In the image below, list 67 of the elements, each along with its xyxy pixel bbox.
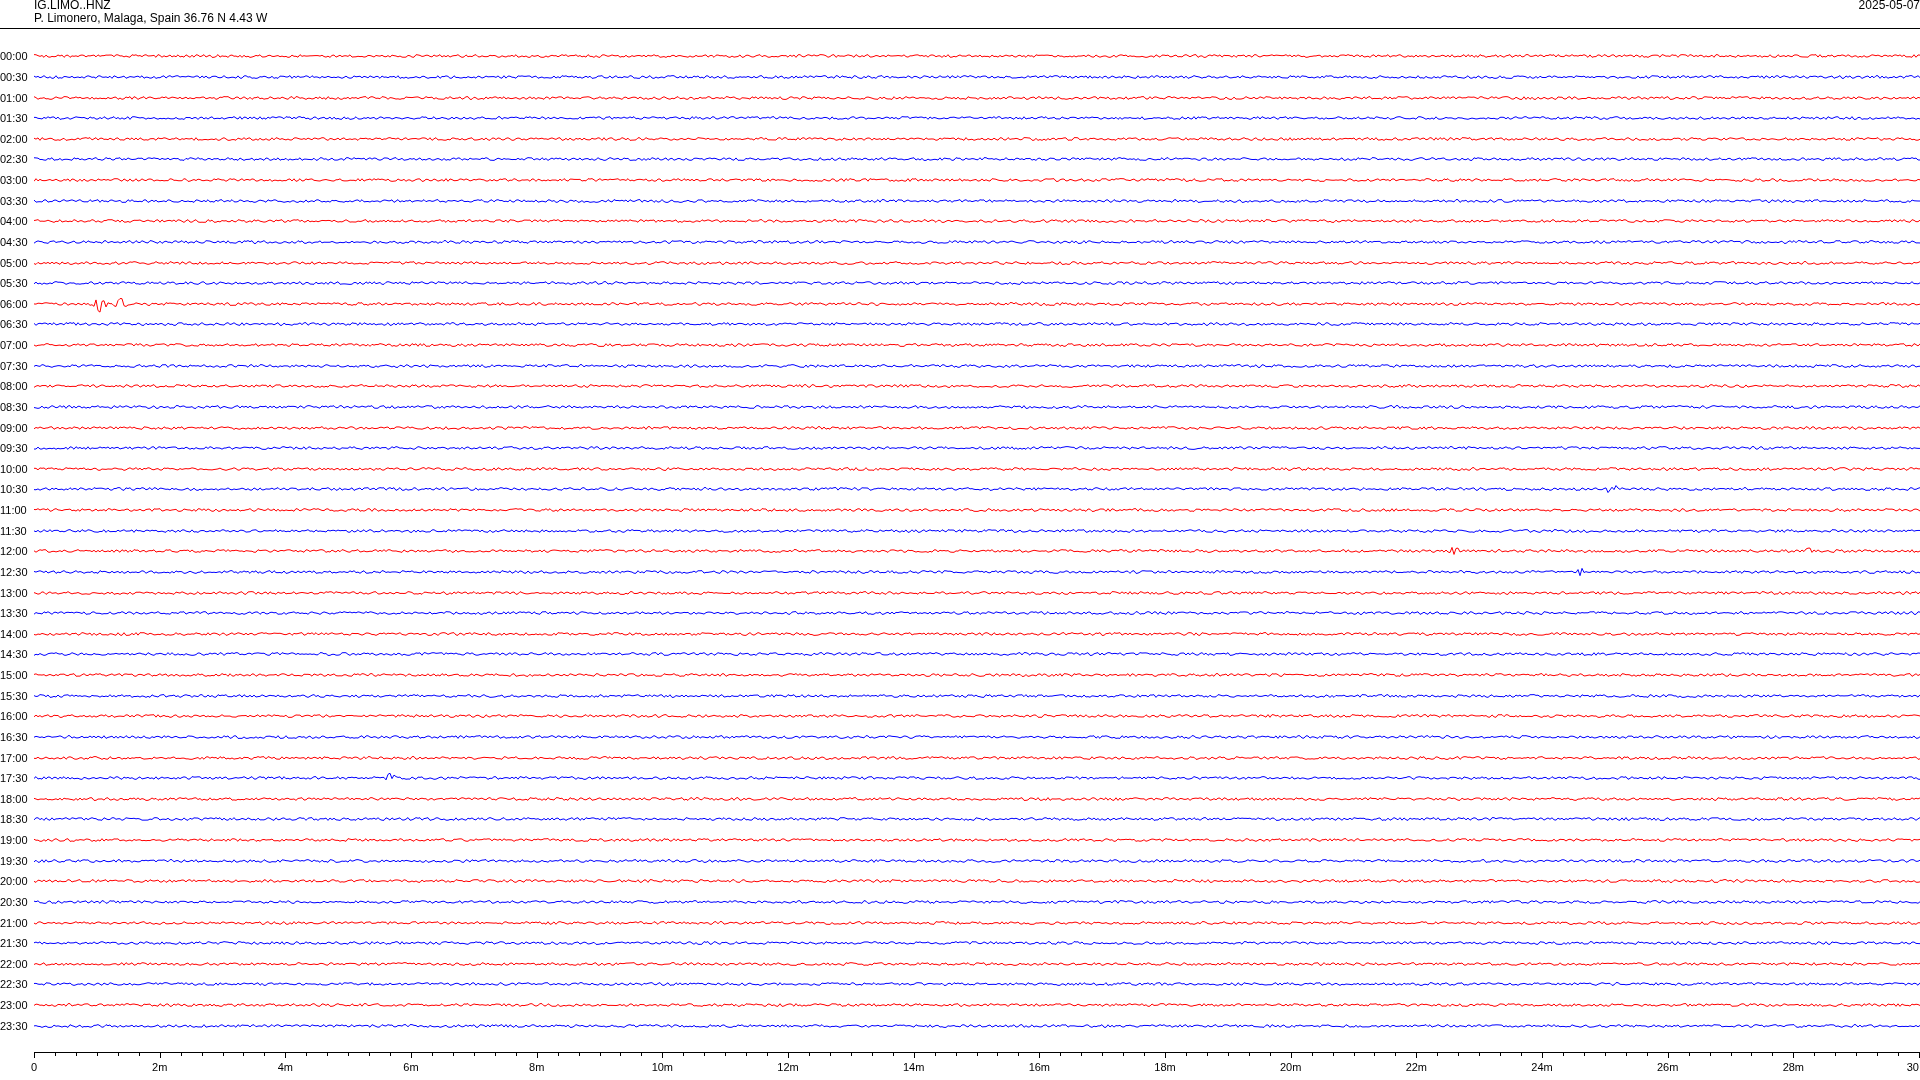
axis-tick-label: 0 bbox=[30, 1061, 38, 1073]
time-label: 09:00 bbox=[0, 421, 29, 434]
time-label: 20:30 bbox=[0, 895, 29, 908]
time-label: 00:30 bbox=[0, 70, 29, 83]
time-label: 09:30 bbox=[0, 442, 29, 455]
time-label: 03:30 bbox=[0, 194, 29, 207]
time-label: 14:00 bbox=[0, 627, 29, 640]
time-label: 03:00 bbox=[0, 174, 29, 187]
axis-tick-label: 2m bbox=[152, 1061, 168, 1073]
time-label: 21:30 bbox=[0, 937, 29, 950]
time-label: 13:00 bbox=[0, 586, 29, 599]
time-label: 22:30 bbox=[0, 978, 29, 991]
time-label: 15:30 bbox=[0, 689, 29, 702]
time-label: 04:30 bbox=[0, 235, 29, 248]
axis-tick-label: 18m bbox=[1154, 1061, 1176, 1073]
axis-tick-label: 4m bbox=[277, 1061, 293, 1073]
time-label: 06:00 bbox=[0, 297, 29, 310]
axis-tick-label: 22m bbox=[1405, 1061, 1428, 1073]
time-label: 06:30 bbox=[0, 318, 29, 331]
time-label: 11:30 bbox=[0, 524, 28, 537]
time-label: 22:00 bbox=[0, 957, 29, 970]
time-label: 17:00 bbox=[0, 751, 29, 764]
axis-tick-label: 26m bbox=[1656, 1061, 1679, 1073]
time-label: 18:30 bbox=[0, 813, 29, 826]
time-label: 20:00 bbox=[0, 875, 29, 888]
station-code: IG.LIMO..HNZ bbox=[34, 0, 112, 12]
time-label: 01:30 bbox=[0, 112, 29, 125]
time-label: 12:00 bbox=[0, 545, 29, 558]
time-label: 02:00 bbox=[0, 132, 29, 145]
time-label: 11:00 bbox=[0, 504, 28, 517]
time-label: 16:00 bbox=[0, 710, 29, 723]
time-label: 05:30 bbox=[0, 277, 29, 290]
axis-tick-label: 14m bbox=[902, 1061, 925, 1073]
time-label: 16:30 bbox=[0, 730, 29, 743]
time-label: 13:30 bbox=[0, 607, 29, 620]
time-label: 17:30 bbox=[0, 772, 29, 785]
time-label: 14:30 bbox=[0, 648, 29, 661]
axis-tick-label: 6m bbox=[403, 1061, 419, 1073]
time-label: 23:30 bbox=[0, 1019, 29, 1032]
axis-tick-label: 28m bbox=[1782, 1061, 1805, 1073]
axis-tick-label: 24m bbox=[1531, 1061, 1553, 1073]
time-label: 04:00 bbox=[0, 215, 29, 228]
time-label: 23:00 bbox=[0, 999, 29, 1012]
time-label: 15:00 bbox=[0, 669, 29, 682]
time-label: 05:00 bbox=[0, 256, 29, 269]
axis-tick-label: 20m bbox=[1279, 1061, 1302, 1073]
time-label: 08:30 bbox=[0, 400, 29, 413]
time-label: 01:00 bbox=[0, 91, 29, 104]
axis-tick-label: 10m bbox=[651, 1061, 674, 1073]
time-label: 08:00 bbox=[0, 380, 29, 393]
station-location: P. Limonero, Malaga, Spain 36.76 N 4.43 W bbox=[34, 12, 268, 25]
axis-tick-label: 30 bbox=[1906, 1061, 1919, 1073]
time-label: 07:30 bbox=[0, 359, 29, 372]
time-label: 10:00 bbox=[0, 462, 29, 475]
time-label: 12:30 bbox=[0, 565, 29, 578]
axis-tick-label: 8m bbox=[529, 1061, 545, 1073]
time-label: 00:00 bbox=[0, 50, 29, 63]
time-label: 02:30 bbox=[0, 153, 29, 166]
axis-tick-label: 12m bbox=[777, 1061, 799, 1073]
time-label: 18:00 bbox=[0, 792, 29, 805]
time-label: 19:30 bbox=[0, 854, 29, 867]
axis-tick-label: 16m bbox=[1028, 1061, 1051, 1073]
time-label: 07:00 bbox=[0, 339, 29, 352]
date-label: 2025-05-07 bbox=[1858, 0, 1920, 14]
time-label: 21:00 bbox=[0, 916, 29, 929]
time-label: 19:00 bbox=[0, 834, 29, 847]
time-label: 10:30 bbox=[0, 483, 29, 496]
